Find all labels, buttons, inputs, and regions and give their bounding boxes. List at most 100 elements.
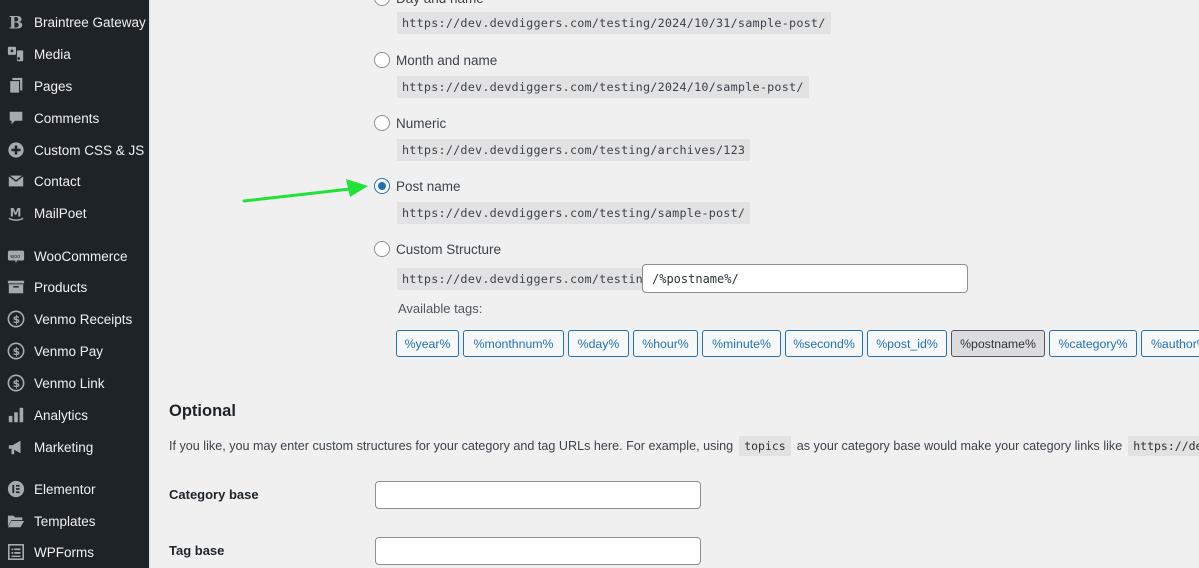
sidebar-item-mailpoet[interactable]: M MailPoet [0, 198, 149, 228]
sidebar-item-contact[interactable]: Contact [0, 166, 149, 196]
folder-open-icon [6, 511, 26, 531]
sidebar-item-analytics[interactable]: Analytics [0, 400, 149, 430]
option-day-and-name[interactable]: Day and name [374, 0, 484, 6]
svg-text:M: M [10, 206, 22, 220]
sidebar-item-label: WPForms [34, 544, 94, 560]
envelope-icon [6, 171, 26, 191]
option-custom-structure[interactable]: Custom Structure [374, 241, 501, 257]
dollar-circle-icon: $ [6, 309, 26, 329]
sidebar-item-label: Venmo Link [34, 375, 105, 391]
category-base-label: Category base [169, 487, 259, 502]
sidebar-item-venmo-pay[interactable]: $ Venmo Pay [0, 336, 149, 366]
mailpoet-icon: M [6, 203, 26, 223]
svg-text:B: B [9, 13, 23, 31]
tag-button-hour[interactable]: %hour% [633, 330, 698, 357]
help-text-part: as your category base would make your ca… [796, 439, 1123, 453]
sidebar-item-venmo-link[interactable]: $ Venmo Link [0, 368, 149, 398]
tag-button-minute[interactable]: %minute% [702, 330, 781, 357]
sidebar-item-label: Venmo Receipts [34, 311, 133, 327]
woocommerce-icon: woo [6, 246, 26, 266]
sidebar-item-braintree-gateway[interactable]: B Braintree Gateway [0, 7, 149, 37]
radio-month-and-name[interactable] [374, 52, 390, 68]
plus-circle-icon [6, 140, 26, 160]
option-numeric[interactable]: Numeric [374, 115, 446, 131]
help-code-topics: topics [739, 436, 791, 456]
option-label: Post name [396, 178, 461, 194]
option-post-name[interactable]: Post name [374, 178, 461, 194]
dollar-circle-icon: $ [6, 341, 26, 361]
pages-icon [6, 76, 26, 96]
available-tags-label: Available tags: [398, 301, 483, 316]
custom-structure-prefix: https://dev.devdiggers.com/testing [397, 268, 656, 290]
tag-button-second[interactable]: %second% [785, 330, 863, 357]
sidebar-item-templates[interactable]: Templates [0, 506, 149, 536]
sidebar-item-label: Media [34, 46, 71, 62]
svg-text:woo: woo [10, 254, 20, 260]
braintree-icon: B [6, 12, 26, 32]
svg-text:$: $ [13, 313, 21, 326]
radio-custom-structure[interactable] [374, 241, 390, 257]
tag-button-year[interactable]: %year% [396, 330, 459, 357]
sidebar-item-custom-css-js[interactable]: Custom CSS & JS [0, 135, 149, 165]
sidebar-item-label: Templates [34, 513, 96, 529]
sidebar-item-media[interactable]: Media [0, 39, 149, 69]
sidebar-item-venmo-receipts[interactable]: $ Venmo Receipts [0, 304, 149, 334]
sidebar-item-wpforms[interactable]: WPForms [0, 537, 149, 567]
sidebar-item-label: Pages [34, 78, 73, 94]
megaphone-icon [6, 437, 26, 457]
option-month-and-name[interactable]: Month and name [374, 52, 497, 68]
example-url: https://dev.devdiggers.com/testing/2024/… [397, 76, 809, 98]
svg-text:$: $ [13, 345, 21, 358]
tag-base-label: Tag base [169, 543, 225, 558]
optional-heading: Optional [169, 402, 236, 420]
option-label: Month and name [396, 52, 498, 68]
help-text-part: If you like, you may enter custom struct… [169, 439, 734, 453]
tag-button-category[interactable]: %category% [1049, 330, 1137, 357]
sidebar-item-elementor[interactable]: Elementor [0, 474, 149, 504]
category-base-input[interactable] [375, 481, 701, 509]
comments-icon [6, 108, 26, 128]
annotation-arrow-icon [242, 179, 368, 203]
sidebar-item-label: Contact [34, 173, 81, 189]
radio-numeric[interactable] [374, 115, 390, 131]
custom-structure-input[interactable] [642, 264, 968, 293]
elementor-icon [6, 479, 26, 499]
optional-help-text: If you like, you may enter custom struct… [169, 436, 1199, 456]
archive-box-icon [6, 277, 26, 297]
tag-button-monthnum[interactable]: %monthnum% [463, 330, 564, 357]
sidebar-item-label: Custom CSS & JS [34, 142, 145, 158]
option-label: Numeric [396, 115, 447, 131]
sidebar-item-label: Comments [34, 110, 100, 126]
svg-text:$: $ [13, 377, 21, 390]
sidebar-edge [149, 0, 151, 568]
tag-button-author[interactable]: %author% [1141, 330, 1199, 357]
option-label: Custom Structure [396, 241, 502, 257]
sidebar-item-label: MailPoet [34, 205, 87, 221]
radio-post-name[interactable] [374, 178, 390, 194]
sidebar-item-label: WooCommerce [34, 248, 128, 264]
sidebar-item-marketing[interactable]: Marketing [0, 432, 149, 462]
sidebar-item-label: Braintree Gateway [34, 14, 146, 30]
sidebar-item-label: Analytics [34, 407, 89, 423]
sidebar-item-comments[interactable]: Comments [0, 103, 149, 133]
radio-day-and-name[interactable] [374, 0, 390, 6]
option-label: Day and name [396, 0, 484, 6]
sidebar-item-label: Elementor [34, 481, 96, 497]
example-url: https://dev.devdiggers.com/testing/archi… [397, 139, 751, 161]
sidebar-item-products[interactable]: Products [0, 272, 149, 302]
media-icon [6, 44, 26, 64]
help-example-url: https://dev.devdiggers.com/testing/topic… [1128, 436, 1199, 456]
tag-base-input[interactable] [375, 537, 701, 565]
sidebar-item-label: Products [34, 279, 88, 295]
admin-sidebar: B Braintree Gateway Media Pages Comments… [0, 0, 149, 568]
sidebar-item-woocommerce[interactable]: woo WooCommerce [0, 241, 149, 271]
dollar-circle-icon: $ [6, 373, 26, 393]
sidebar-item-label: Marketing [34, 439, 94, 455]
example-url: https://dev.devdiggers.com/testing/2024/… [397, 12, 831, 34]
tag-button-post-id[interactable]: %post_id% [867, 330, 947, 357]
tag-button-postname[interactable]: %postname% [951, 330, 1045, 357]
sidebar-item-label: Venmo Pay [34, 343, 104, 359]
sidebar-item-pages[interactable]: Pages [0, 71, 149, 101]
tag-button-day[interactable]: %day% [568, 330, 629, 357]
example-url: https://dev.devdiggers.com/testing/sampl… [397, 202, 751, 224]
